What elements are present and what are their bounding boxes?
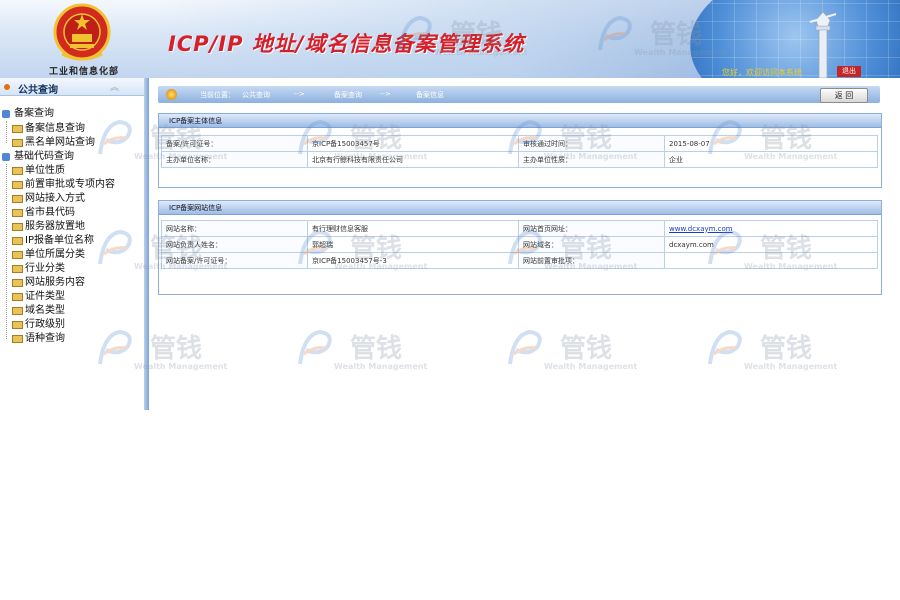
website-info-table: 网站名称： 有行理财信息客服 网站首页网址： www.dcxaym.com 网站… (161, 220, 878, 269)
tree-item-label: 网站接入方式 (25, 193, 85, 204)
ministry-name: 工业和信息化部 (48, 67, 119, 77)
sidebar: 公共查询 ︽ 备案查询 备案信息查询 黑名单网站查询 基础代码查询 单位性质 前… (0, 78, 145, 410)
header-banner: 工业和信息化部 ICP/IP 地址/域名信息备案管理系统 您好，欢迎访问本系统 … (0, 0, 900, 78)
cell-label: 网站域名： (518, 236, 665, 253)
tree-item-label: 服务器放置地 (25, 221, 85, 232)
cell-label: 网站备案/许可证号： (161, 252, 308, 269)
orange-dot-icon (4, 84, 10, 90)
folder-icon (12, 167, 23, 175)
cell-label: 主办单位名称： (161, 151, 308, 168)
table-row: 主办单位名称： 北京有行鲸科技有限责任公司 主办单位性质： 企业 (161, 151, 878, 168)
tree-item-label: 省市县代码 (25, 207, 75, 218)
tree-item-label: 网站服务内容 (25, 277, 85, 288)
logout-button[interactable]: 退出 (837, 66, 861, 77)
folder-icon (12, 209, 23, 217)
back-button[interactable]: 返 回 (820, 88, 868, 103)
folder-icon (12, 335, 23, 343)
tree-item-label: 单位性质 (25, 165, 65, 176)
sidebar-header[interactable]: 公共查询 ︽ (0, 78, 144, 96)
cell-value: 有行理财信息客服 (307, 220, 519, 237)
panel-title: ICP备案网站信息 (169, 204, 223, 212)
cell-label: 网站首页网址： (518, 220, 665, 237)
breadcrumb-item-filing-info: 备案信息 (416, 91, 444, 99)
cell-value: 郭超瑞 (307, 236, 519, 253)
cell-value: dcxaym.com (664, 236, 878, 253)
panel-header: ICP备案网站信息 (159, 201, 881, 215)
tree-item-label: 行政级别 (25, 319, 65, 330)
cell-label: 审核通过时间： (518, 135, 665, 152)
website-url-link[interactable]: www.dcxaym.com (669, 225, 733, 233)
tree-connector (6, 121, 7, 143)
folder-icon (12, 195, 23, 203)
cell-label: 网站前置审批项： (518, 252, 665, 269)
folder-icon (12, 265, 23, 273)
website-info-panel: ICP备案网站信息 网站名称： 有行理财信息客服 网站首页网址： www.dcx… (158, 200, 882, 295)
tree-item-label: 黑名单网站查询 (25, 137, 95, 148)
panel-header: ICP备案主体信息 (159, 114, 881, 128)
cell-label: 网站负责人姓名： (161, 236, 308, 253)
cell-value: 京ICP备15003457号 (307, 135, 519, 152)
folder-open-icon (2, 153, 10, 161)
breadcrumb-item-filing-query[interactable]: 备案查询 (334, 90, 362, 100)
app-window: 工业和信息化部 ICP/IP 地址/域名信息备案管理系统 您好，欢迎访问本系统 … (0, 0, 900, 410)
cell-label: 网站名称： (161, 220, 308, 237)
breadcrumb-separator: --> (294, 90, 305, 98)
tree-item-label: 单位所属分类 (25, 249, 85, 260)
cell-value: 北京有行鲸科技有限责任公司 (307, 151, 519, 168)
national-emblem-icon (53, 3, 111, 61)
folder-icon (12, 181, 23, 189)
breadcrumb-separator: --> (380, 90, 391, 98)
cell-value: 京ICP备15003457号-3 (307, 252, 519, 269)
tree-item-label: IP报备单位名称 (25, 235, 94, 246)
folder-open-icon (2, 110, 10, 118)
home-icon (166, 89, 177, 100)
tree-item-label: 备案信息查询 (25, 123, 85, 134)
cell-value: www.dcxaym.com (664, 220, 878, 237)
panel-title: ICP备案主体信息 (169, 117, 223, 125)
tree-group-label: 备案查询 (14, 108, 54, 119)
table-row: 备案/许可证号： 京ICP备15003457号 审核通过时间： 2015-08-… (161, 135, 878, 152)
table-row: 网站负责人姓名： 郭超瑞 网站域名： dcxaym.com (161, 236, 878, 253)
table-row: 网站备案/许可证号： 京ICP备15003457号-3 网站前置审批项： (161, 252, 878, 269)
subject-info-panel: ICP备案主体信息 备案/许可证号： 京ICP备15003457号 审核通过时间… (158, 113, 882, 188)
cell-value: 企业 (664, 151, 878, 168)
folder-icon (12, 307, 23, 315)
folder-icon (12, 237, 23, 245)
breadcrumb-item-public-query[interactable]: 公共查询 (242, 90, 270, 100)
cell-label: 主办单位性质： (518, 151, 665, 168)
tree-connector (6, 164, 7, 339)
column-monument-icon (809, 11, 837, 78)
folder-icon (12, 139, 23, 147)
cell-label: 备案/许可证号： (161, 135, 308, 152)
tree-group-label: 基础代码查询 (14, 151, 74, 162)
tree-item-label: 域名类型 (25, 305, 65, 316)
subject-info-table: 备案/许可证号： 京ICP备15003457号 审核通过时间： 2015-08-… (161, 135, 878, 168)
sidebar-splitter[interactable] (144, 78, 149, 410)
folder-icon (12, 251, 23, 259)
cell-value (664, 252, 878, 269)
table-row: 网站名称： 有行理财信息客服 网站首页网址： www.dcxaym.com (161, 220, 878, 237)
folder-icon (12, 223, 23, 231)
welcome-text: 您好，欢迎访问本系统 (722, 68, 802, 77)
system-title: ICP/IP 地址/域名信息备案管理系统 (168, 32, 525, 56)
chevron-up-icon[interactable]: ︽ (110, 80, 119, 93)
cell-value: 2015-08-07 (664, 135, 878, 152)
sidebar-title: 公共查询 (18, 85, 58, 96)
folder-icon (12, 125, 23, 133)
tree-item-label: 行业分类 (25, 263, 65, 274)
tree-item-label: 前置审批或专项内容 (25, 179, 115, 190)
tree-item-label: 语种查询 (25, 333, 65, 344)
folder-icon (12, 279, 23, 287)
breadcrumb-prefix: 当前位置： (200, 91, 235, 99)
folder-icon (12, 321, 23, 329)
breadcrumb: 当前位置： 公共查询 --> 备案查询 --> 备案信息 (158, 86, 880, 103)
folder-icon (12, 293, 23, 301)
tree-item-label: 证件类型 (25, 291, 65, 302)
